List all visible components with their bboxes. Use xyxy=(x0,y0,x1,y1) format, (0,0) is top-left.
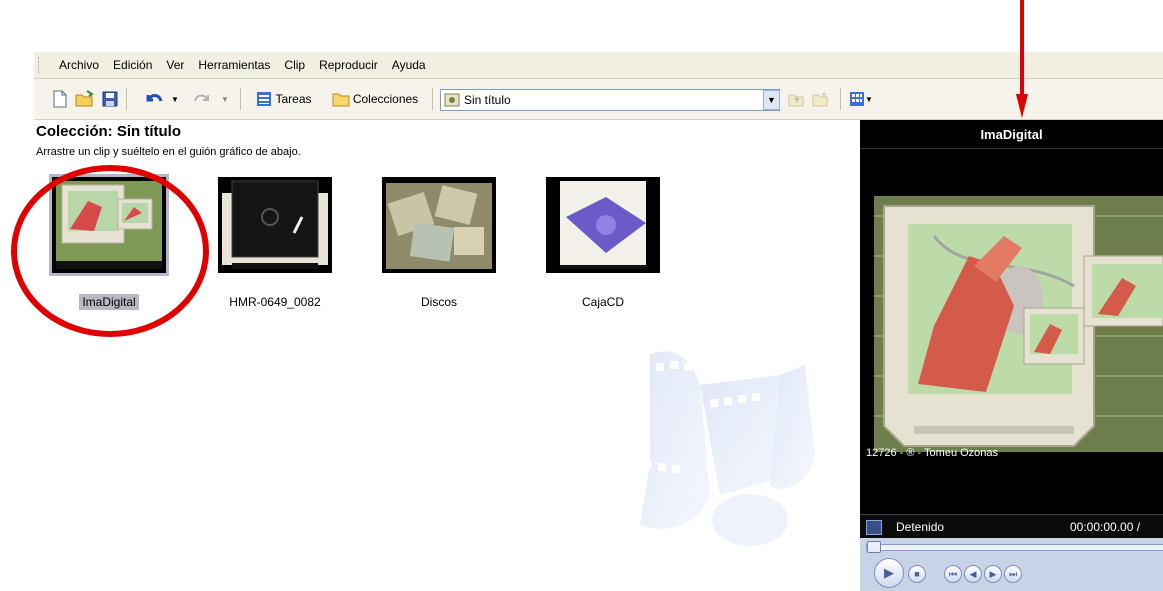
clip-label-text: Discos xyxy=(420,295,457,309)
collection-hint: Arrastre un clip y suéltelo en el guión … xyxy=(36,146,301,158)
save-button[interactable] xyxy=(100,87,120,111)
play-button[interactable]: ▶ xyxy=(874,558,904,588)
chevron-down-icon: ▼ xyxy=(865,94,873,104)
forward-icon: ▶ xyxy=(989,568,997,579)
seek-bar[interactable] xyxy=(866,544,1163,551)
toolbar-separator xyxy=(240,88,241,110)
collection-title: Colección: Sin título xyxy=(36,123,181,140)
menu-herramientas[interactable]: Herramientas xyxy=(191,58,277,72)
rewind-icon: ◀ xyxy=(969,568,977,579)
clip-thumbnail xyxy=(382,177,496,273)
toolbar-separator xyxy=(126,88,127,110)
rewind-button[interactable]: ◀ xyxy=(964,565,982,583)
playback-controls: ▶ ■ ⏮ ◀ ▶ ⏭ xyxy=(860,538,1163,591)
views-grid-icon xyxy=(850,92,865,106)
clip-label-text: CajaCD xyxy=(581,295,624,309)
next-frame-button[interactable]: ⏭ xyxy=(1004,565,1022,583)
monitor-display-icon[interactable] xyxy=(866,520,882,535)
menu-reproducir[interactable]: Reproducir xyxy=(312,58,385,72)
redo-icon xyxy=(194,94,209,102)
chevron-down-icon: ▼ xyxy=(767,95,776,105)
collection-icon xyxy=(444,93,460,107)
clip-label-text: HMR-0649_0082 xyxy=(229,295,321,309)
preview-credit: 12726 - ® - Tomeu Ozonas xyxy=(866,447,999,459)
forward-button[interactable]: ▶ xyxy=(984,565,1002,583)
views-button[interactable]: ▼ xyxy=(848,87,874,111)
clip-label: Discos xyxy=(382,295,496,309)
collections-folder-icon xyxy=(332,93,350,107)
new-document-icon xyxy=(53,90,67,108)
clip-label: HMR-0649_0082 xyxy=(218,295,332,309)
chevron-down-icon: ▼ xyxy=(221,94,229,104)
annotation-circle xyxy=(11,165,209,337)
preview-title: ImaDigital xyxy=(860,120,1163,149)
next-icon: ⏭ xyxy=(1008,568,1018,579)
open-project-button[interactable] xyxy=(74,87,96,111)
redo-button[interactable] xyxy=(192,87,214,111)
tasks-label: Tareas xyxy=(275,92,312,106)
chevron-down-icon: ▼ xyxy=(171,94,179,104)
playback-time: 00:00:00.00 / xyxy=(1070,520,1141,534)
playback-status-bar: Detenido 00:00:00.00 / xyxy=(860,514,1163,539)
menu-ayuda[interactable]: Ayuda xyxy=(385,58,433,72)
film-music-watermark-icon xyxy=(640,351,815,546)
previous-icon: ⏮ xyxy=(948,568,958,579)
new-folder-button[interactable] xyxy=(810,87,830,111)
floppy-disk-icon xyxy=(102,91,118,107)
clip-item[interactable]: CajaCD xyxy=(546,177,660,317)
collections-label: Colecciones xyxy=(352,92,419,106)
collection-combo-value: Sin título xyxy=(464,93,511,107)
preview-video-frame xyxy=(874,196,1163,452)
previous-frame-button[interactable]: ⏮ xyxy=(944,565,962,583)
folder-up-icon xyxy=(788,94,804,107)
new-project-button[interactable] xyxy=(50,87,70,111)
menu-ver[interactable]: Ver xyxy=(159,58,191,72)
redo-dropdown[interactable]: ▼ xyxy=(220,87,230,111)
menu-clip[interactable]: Clip xyxy=(277,58,312,72)
toolbar-separator xyxy=(432,88,433,110)
collections-button[interactable]: Colecciones xyxy=(328,87,422,111)
preview-monitor: ImaDigital 12726 - ® - Tomeu Ozonas Dete… xyxy=(860,120,1163,591)
new-folder-icon xyxy=(812,92,828,107)
menu-bar: Archivo Edición Ver Herramientas Clip Re… xyxy=(34,52,1163,79)
play-icon: ▶ xyxy=(884,565,894,580)
playback-status: Detenido xyxy=(896,520,945,534)
clip-item[interactable]: HMR-0649_0082 xyxy=(218,177,332,317)
menu-archivo[interactable]: Archivo xyxy=(52,58,106,72)
stop-icon: ■ xyxy=(914,569,920,579)
clip-label: CajaCD xyxy=(546,295,660,309)
clip-thumbnail xyxy=(546,177,660,273)
undo-button[interactable] xyxy=(142,87,164,111)
up-one-level-button[interactable] xyxy=(786,87,806,111)
tasks-icon xyxy=(257,92,272,106)
annotation-arrow xyxy=(1016,0,1028,118)
undo-icon xyxy=(146,94,163,102)
collection-combo[interactable]: Sin título xyxy=(440,89,780,111)
tasks-button[interactable]: Tareas xyxy=(250,87,318,111)
menu-edicion[interactable]: Edición xyxy=(106,58,159,72)
toolbar: ▼ ▼ Tareas Colecciones Sin título ▼ ▼ xyxy=(34,79,1163,120)
seek-thumb[interactable] xyxy=(867,541,881,553)
open-folder-icon xyxy=(75,90,94,107)
clip-thumbnail xyxy=(218,177,332,273)
collection-combo-dropdown[interactable]: ▼ xyxy=(763,90,780,110)
menu-grip xyxy=(38,57,42,73)
clip-item[interactable]: Discos xyxy=(382,177,496,317)
stop-button[interactable]: ■ xyxy=(908,565,926,583)
toolbar-separator xyxy=(840,88,841,110)
undo-dropdown[interactable]: ▼ xyxy=(170,87,180,111)
